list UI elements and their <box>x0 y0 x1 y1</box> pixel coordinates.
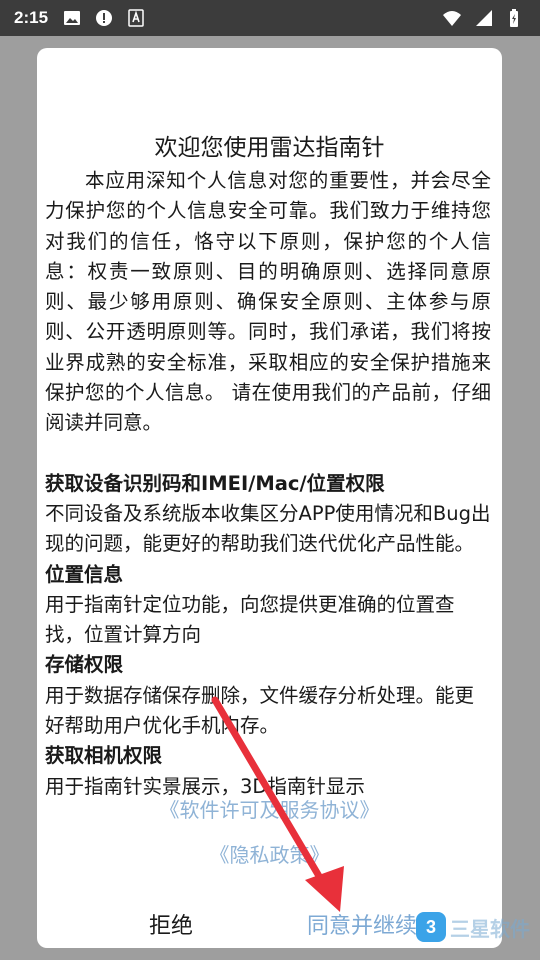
section-body-storage: 用于数据存储保存删除，文件缓存分析处理。能更好帮助用户优化手机内存。 <box>45 683 475 738</box>
section-title-location: 位置信息 <box>45 562 124 586</box>
section-title-device-id: 获取设备识别码和IMEI/Mac/位置权限 <box>45 471 385 495</box>
image-icon <box>62 8 82 28</box>
section-body-device-id: 不同设备及系统版本收集区分APP使用情况和Bug出现的问题，能更好的帮助我们迭代… <box>45 501 491 556</box>
intro-text: 本应用深知个人信息对您的重要性，并会尽全力保护您的个人信息安全可靠。我们致力于维… <box>45 169 491 435</box>
privacy-policy-link[interactable]: 《隐私政策》 <box>37 839 502 868</box>
watermark: 3 三星软件 <box>416 912 530 942</box>
watermark-logo-icon: 3 <box>416 912 446 942</box>
section-title-storage: 存储权限 <box>45 653 124 677</box>
status-bar: 2:15 <box>0 0 540 36</box>
status-time: 2:15 <box>14 8 49 27</box>
agree-continue-button[interactable]: 同意并继续 <box>307 908 417 940</box>
refuse-button[interactable]: 拒绝 <box>149 908 193 940</box>
license-agreement-link[interactable]: 《软件许可及服务协议》 <box>37 794 502 823</box>
text-icon <box>126 8 146 28</box>
section-body-location: 用于指南针定位功能，向您提供更准确的位置查找，位置计算方向 <box>45 592 455 647</box>
dialog-title: 欢迎您使用雷达指南针 <box>154 135 385 161</box>
battery-charging-icon <box>506 8 526 28</box>
dialog-content: 本应用深知个人信息对您的重要性，并会尽全力保护您的个人信息安全可靠。我们致力于维… <box>45 166 491 802</box>
wifi-icon <box>442 8 462 28</box>
privacy-dialog: 欢迎您使用雷达指南针 本应用深知个人信息对您的重要性，并会尽全力保护您的个人信息… <box>37 48 502 948</box>
alert-icon <box>94 8 114 28</box>
signal-icon <box>474 8 494 28</box>
section-title-camera: 获取相机权限 <box>45 744 163 768</box>
watermark-text: 三星软件 <box>450 916 530 941</box>
